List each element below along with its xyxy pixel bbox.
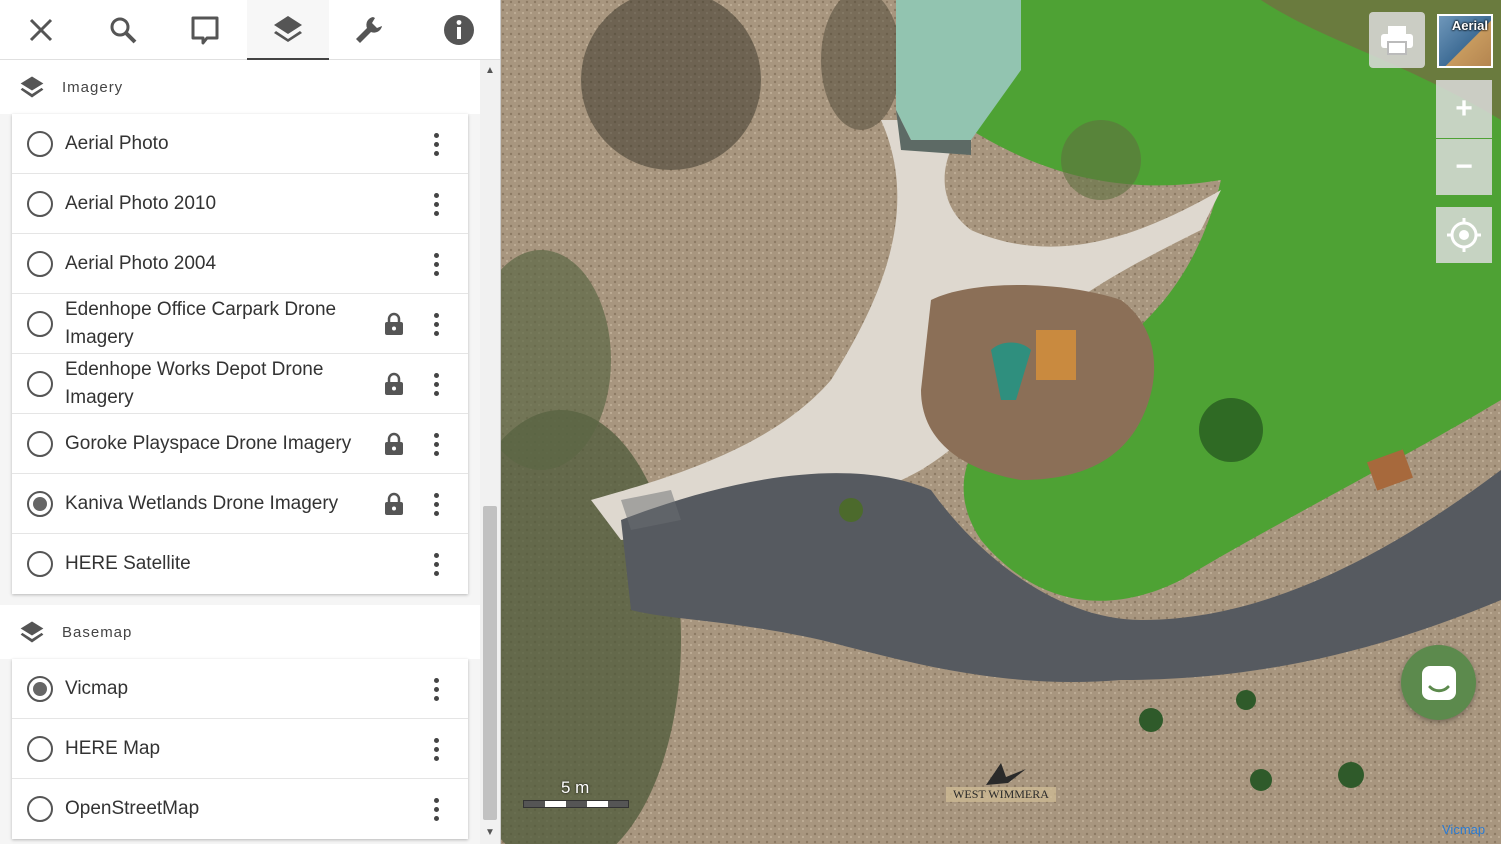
section-title: Basemap <box>62 623 133 641</box>
zoom-in-button[interactable]: + <box>1436 80 1492 138</box>
basemap-section-header: Basemap <box>0 605 480 659</box>
more-options-icon[interactable] <box>426 129 446 159</box>
basemap-thumb-label: Aerial <box>1451 18 1488 33</box>
layer-radio[interactable] <box>27 551 53 577</box>
layer-label: Aerial Photo 2010 <box>65 192 217 214</box>
more-options-icon[interactable] <box>426 794 446 824</box>
basemap-layer-card: Vicmap HERE Map OpenStreetMap <box>12 659 468 839</box>
close-icon <box>29 18 53 42</box>
layer-radio[interactable] <box>27 131 53 157</box>
layer-row[interactable]: Aerial Photo <box>12 114 468 174</box>
more-options-icon[interactable] <box>426 189 446 219</box>
layer-row[interactable]: Goroke Playspace Drone Imagery <box>12 414 468 474</box>
lock-icon <box>385 492 403 515</box>
scale-label: 5 m <box>561 778 590 797</box>
side-panel: Imagery Aerial Photo Aerial Photo 2010 Aer… <box>0 0 501 844</box>
panel-toolbar <box>0 0 500 60</box>
chat-button[interactable] <box>1401 645 1476 720</box>
more-options-icon[interactable] <box>426 369 446 399</box>
layer-row[interactable]: Vicmap <box>12 659 468 719</box>
layers-icon <box>20 76 44 98</box>
lock-icon <box>385 312 403 335</box>
imagery-layer-card: Aerial Photo Aerial Photo 2010 Aerial Phot… <box>12 114 468 594</box>
scroll-down-arrow-icon[interactable]: ▼ <box>480 824 500 842</box>
layer-radio[interactable] <box>27 431 53 457</box>
layer-label: Goroke Playspace Drone Imagery <box>65 432 352 454</box>
layer-radio[interactable] <box>27 491 53 517</box>
attribution-link[interactable]: Vicmap <box>1442 822 1485 837</box>
lock-icon <box>385 432 403 455</box>
layer-row[interactable]: Edenhope Works Depot Drone Imagery <box>12 354 468 414</box>
layer-radio[interactable] <box>27 251 53 277</box>
zoom-out-button[interactable]: − <box>1436 139 1492 195</box>
layer-label: OpenStreetMap <box>65 798 200 819</box>
layer-radio[interactable] <box>27 371 53 397</box>
search-button[interactable] <box>82 0 164 60</box>
scale-ruler <box>523 800 629 808</box>
layer-row[interactable]: HERE Satellite <box>12 534 468 594</box>
lock-icon <box>385 372 403 395</box>
minus-icon: − <box>1455 150 1473 183</box>
layer-label: Edenhope Office Carpark Drone Imagery <box>65 298 337 348</box>
layer-row[interactable]: Aerial Photo 2010 <box>12 174 468 234</box>
search-icon <box>110 17 137 44</box>
logo-text: WEST WIMMERA <box>946 787 1056 802</box>
more-options-icon[interactable] <box>426 489 446 519</box>
layer-label: Vicmap <box>65 677 129 699</box>
layer-radio[interactable] <box>27 676 53 702</box>
more-options-icon[interactable] <box>426 734 446 764</box>
close-button[interactable] <box>0 0 82 60</box>
scrollbar-thumb[interactable] <box>483 506 497 820</box>
layer-label: Edenhope Works Depot Drone Imagery <box>65 358 324 408</box>
layer-row[interactable]: HERE Map <box>12 719 468 779</box>
layers-icon <box>274 16 302 42</box>
locate-button[interactable] <box>1436 207 1492 263</box>
wrench-icon <box>356 17 382 43</box>
more-options-icon[interactable] <box>426 249 446 279</box>
layer-list[interactable]: Imagery Aerial Photo Aerial Photo 2010 Aer… <box>0 60 480 844</box>
scale-bar: 5 m <box>523 778 633 810</box>
comment-button[interactable] <box>164 0 246 60</box>
map-view[interactable]: Aerial + − 5 m WEST WIMMERA Vicmap <box>501 0 1501 844</box>
layer-label: Kaniva Wetlands Drone Imagery <box>65 492 339 514</box>
layers-icon <box>20 621 44 643</box>
printer-icon <box>1381 26 1413 55</box>
imagery-section-header: Imagery <box>0 60 480 114</box>
layer-label: HERE Satellite <box>65 553 191 574</box>
aerial-imagery <box>501 0 1501 844</box>
scrollbar[interactable]: ▲ ▼ <box>480 60 500 844</box>
chat-icon <box>1421 665 1456 700</box>
plus-icon: + <box>1455 92 1473 125</box>
layer-label: Aerial Photo <box>65 132 169 154</box>
bird-logo-icon <box>986 763 1026 785</box>
print-button[interactable] <box>1369 12 1425 68</box>
more-options-icon[interactable] <box>426 429 446 459</box>
council-logo: WEST WIMMERA <box>946 755 1056 815</box>
more-options-icon[interactable] <box>426 549 446 579</box>
layer-label: HERE Map <box>65 737 161 759</box>
basemap-toggle[interactable]: Aerial <box>1437 14 1493 68</box>
layer-label: Aerial Photo 2004 <box>65 252 217 274</box>
info-icon <box>444 15 474 45</box>
info-button[interactable] <box>418 0 500 60</box>
layer-row[interactable]: OpenStreetMap <box>12 779 468 839</box>
layer-radio[interactable] <box>27 796 53 822</box>
tools-button[interactable] <box>328 0 410 60</box>
comment-icon <box>191 16 219 45</box>
more-options-icon[interactable] <box>426 309 446 339</box>
more-options-icon[interactable] <box>426 674 446 704</box>
layer-radio[interactable] <box>27 311 53 337</box>
crosshair-icon <box>1447 218 1481 252</box>
layers-button[interactable] <box>247 0 329 60</box>
section-title: Imagery <box>62 78 124 96</box>
layer-row[interactable]: Edenhope Office Carpark Drone Imagery <box>12 294 468 354</box>
layer-radio[interactable] <box>27 736 53 762</box>
scroll-up-arrow-icon[interactable]: ▲ <box>480 62 500 80</box>
layer-row[interactable]: Kaniva Wetlands Drone Imagery <box>12 474 468 534</box>
layer-radio[interactable] <box>27 191 53 217</box>
layer-row[interactable]: Aerial Photo 2004 <box>12 234 468 294</box>
